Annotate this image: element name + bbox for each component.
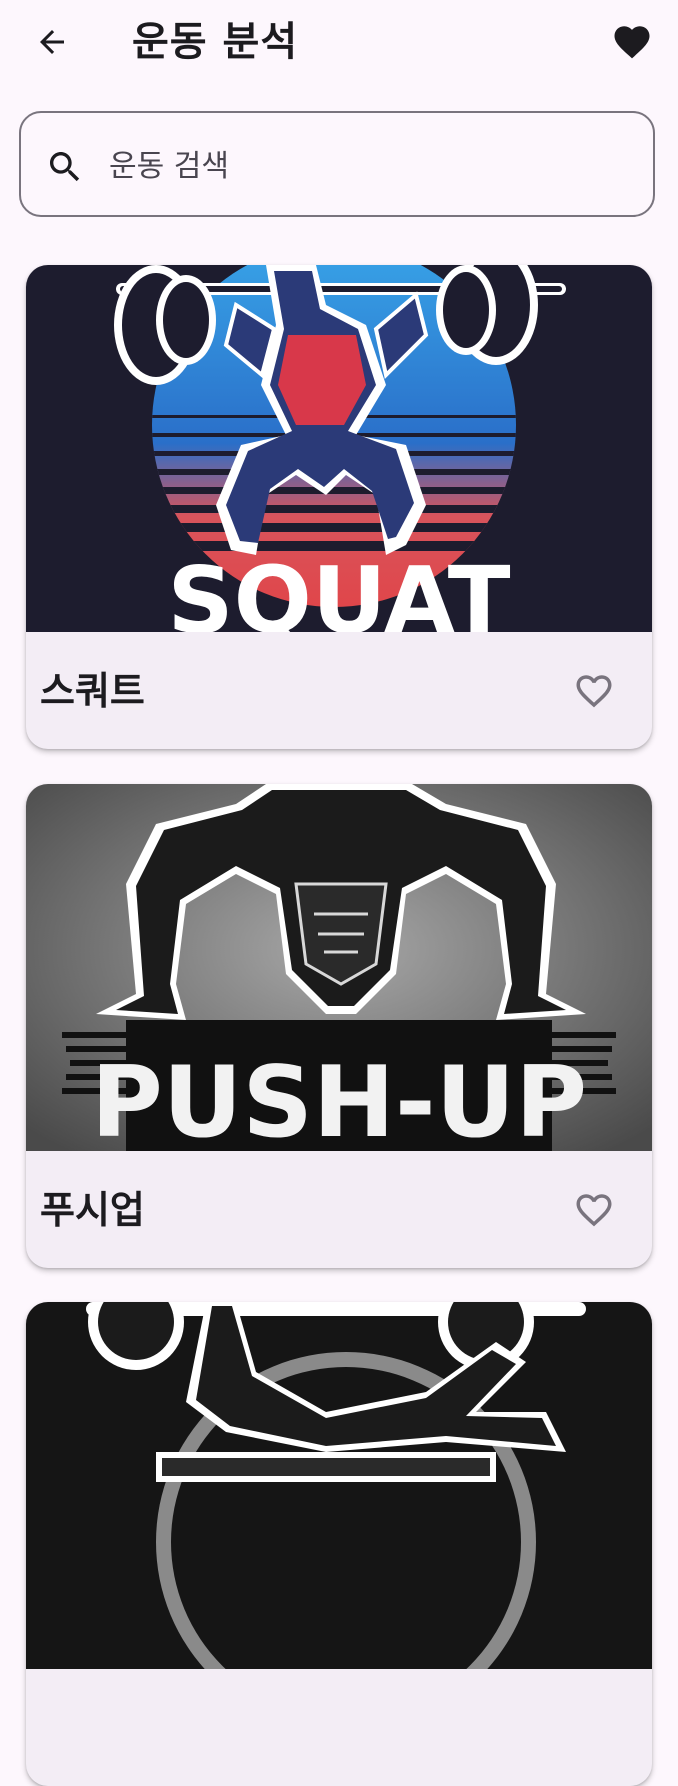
search-bar[interactable] [19,111,655,217]
search-input[interactable] [107,137,631,195]
arrow-back-icon [40,30,64,54]
exercise-card-squat[interactable]: SQUAT 스쿼트 [26,265,652,749]
exercise-image-squat: SQUAT [26,265,652,632]
favorite-toggle-button[interactable] [568,1184,620,1236]
exercise-card-pushup[interactable]: PUSH-UP 푸시업 [26,784,652,1268]
heart-outline-icon [576,675,612,708]
page-title: 운동 분석 [132,19,299,65]
exercise-image-bench-press [26,1302,652,1669]
exercise-card-bench-press[interactable] [26,1302,652,1786]
app-bar: 운동 분석 [0,0,678,84]
svg-text:PUSH-UP: PUSH-UP [91,1046,587,1151]
exercise-name: 스쿼트 [40,669,145,713]
exercise-name: 푸시업 [40,1188,145,1232]
heart-outline-icon [576,1194,612,1227]
favorite-toggle-button[interactable] [568,665,620,717]
heart-filled-icon [614,26,650,59]
svg-text:SQUAT: SQUAT [167,547,510,632]
back-button[interactable] [28,18,76,66]
search-icon [50,152,80,182]
exercise-image-pushup: PUSH-UP [26,784,652,1151]
favorites-button[interactable] [606,16,658,68]
